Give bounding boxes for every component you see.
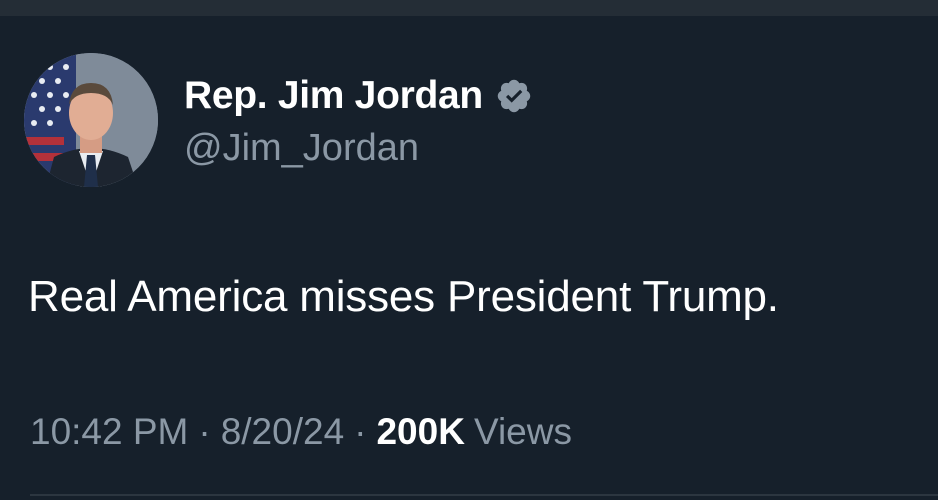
author-handle[interactable]: @Jim_Jordan bbox=[184, 127, 419, 170]
top-bar bbox=[0, 0, 938, 16]
tweet-text: Real America misses President Trump. bbox=[28, 272, 779, 321]
meta-separator: · bbox=[198, 411, 211, 452]
avatar-photo bbox=[24, 53, 158, 187]
tweet-date[interactable]: 8/20/24 bbox=[221, 411, 344, 453]
author-name-row[interactable]: Rep. Jim Jordan bbox=[184, 73, 533, 119]
avatar[interactable] bbox=[24, 53, 158, 187]
views-count[interactable]: 200K bbox=[376, 411, 464, 453]
views-label[interactable]: Views bbox=[474, 411, 572, 453]
meta-separator: · bbox=[354, 411, 367, 452]
divider bbox=[30, 494, 938, 496]
tweet-time[interactable]: 10:42 PM bbox=[30, 411, 188, 453]
tweet-meta: 10:42 PM · 8/20/24 · 200K Views bbox=[30, 411, 572, 453]
verified-badge-icon bbox=[495, 77, 533, 115]
author-display-name[interactable]: Rep. Jim Jordan bbox=[184, 74, 483, 118]
tweet-card: Rep. Jim Jordan @Jim_Jordan Real America… bbox=[0, 16, 938, 500]
